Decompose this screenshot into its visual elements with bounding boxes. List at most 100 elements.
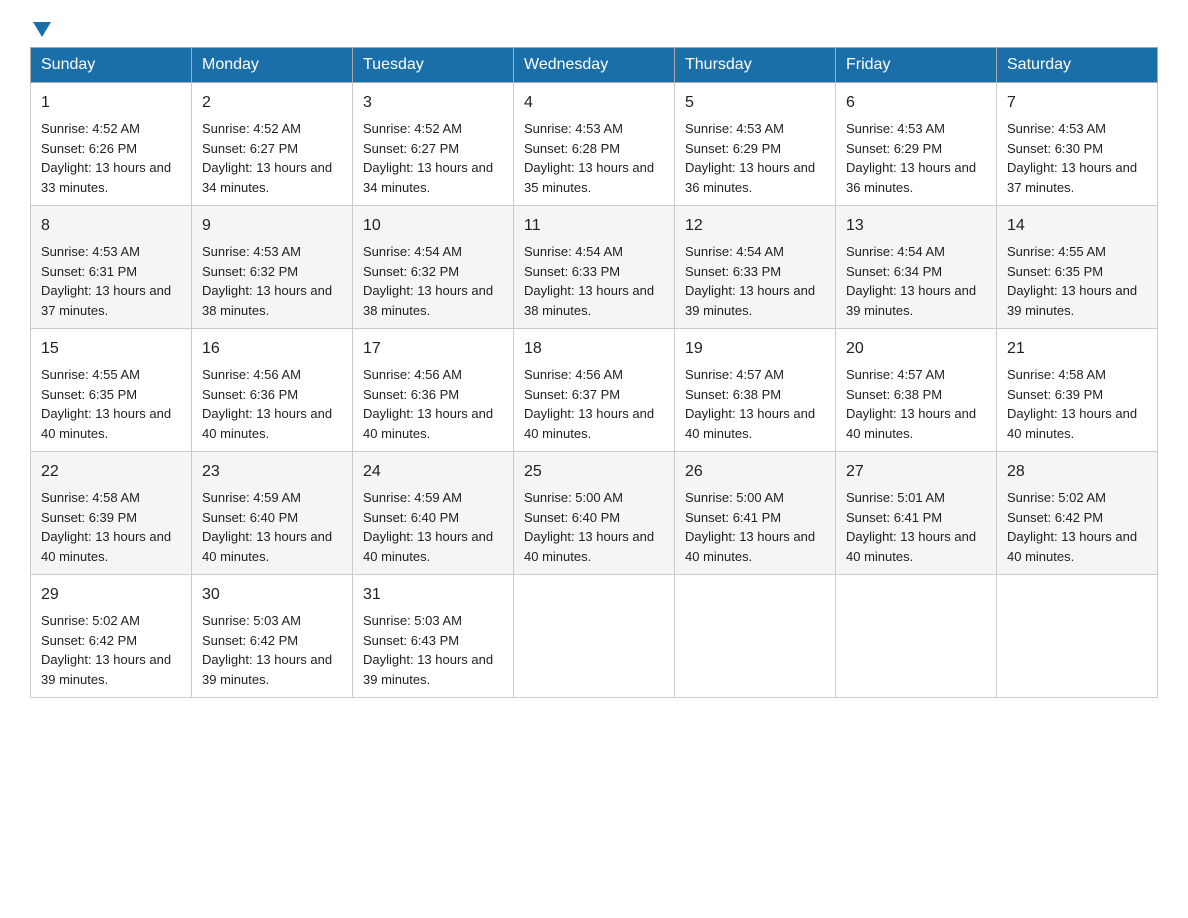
day-number: 27	[846, 460, 986, 484]
calendar-header-friday: Friday	[836, 48, 997, 83]
calendar-cell: 10 Sunrise: 4:54 AMSunset: 6:32 PMDaylig…	[353, 206, 514, 329]
day-info: Sunrise: 4:58 AMSunset: 6:39 PMDaylight:…	[41, 490, 171, 564]
day-info: Sunrise: 4:53 AMSunset: 6:28 PMDaylight:…	[524, 121, 654, 195]
calendar-cell: 29 Sunrise: 5:02 AMSunset: 6:42 PMDaylig…	[31, 575, 192, 698]
calendar-cell	[997, 575, 1158, 698]
calendar-cell	[836, 575, 997, 698]
day-number: 7	[1007, 91, 1147, 115]
calendar-header-tuesday: Tuesday	[353, 48, 514, 83]
calendar-cell: 7 Sunrise: 4:53 AMSunset: 6:30 PMDayligh…	[997, 83, 1158, 206]
calendar-week-row: 15 Sunrise: 4:55 AMSunset: 6:35 PMDaylig…	[31, 329, 1158, 452]
day-info: Sunrise: 4:54 AMSunset: 6:34 PMDaylight:…	[846, 244, 976, 318]
day-info: Sunrise: 4:56 AMSunset: 6:37 PMDaylight:…	[524, 367, 654, 441]
calendar-cell: 21 Sunrise: 4:58 AMSunset: 6:39 PMDaylig…	[997, 329, 1158, 452]
day-info: Sunrise: 5:00 AMSunset: 6:41 PMDaylight:…	[685, 490, 815, 564]
calendar-cell: 24 Sunrise: 4:59 AMSunset: 6:40 PMDaylig…	[353, 452, 514, 575]
calendar-cell: 2 Sunrise: 4:52 AMSunset: 6:27 PMDayligh…	[192, 83, 353, 206]
calendar-cell: 28 Sunrise: 5:02 AMSunset: 6:42 PMDaylig…	[997, 452, 1158, 575]
calendar-cell: 18 Sunrise: 4:56 AMSunset: 6:37 PMDaylig…	[514, 329, 675, 452]
day-number: 26	[685, 460, 825, 484]
calendar-cell: 5 Sunrise: 4:53 AMSunset: 6:29 PMDayligh…	[675, 83, 836, 206]
calendar-cell: 23 Sunrise: 4:59 AMSunset: 6:40 PMDaylig…	[192, 452, 353, 575]
day-number: 8	[41, 214, 181, 238]
day-info: Sunrise: 4:53 AMSunset: 6:32 PMDaylight:…	[202, 244, 332, 318]
calendar-header-row: SundayMondayTuesdayWednesdayThursdayFrid…	[31, 48, 1158, 83]
calendar-cell: 16 Sunrise: 4:56 AMSunset: 6:36 PMDaylig…	[192, 329, 353, 452]
day-number: 20	[846, 337, 986, 361]
day-info: Sunrise: 4:59 AMSunset: 6:40 PMDaylight:…	[202, 490, 332, 564]
calendar-cell: 25 Sunrise: 5:00 AMSunset: 6:40 PMDaylig…	[514, 452, 675, 575]
day-info: Sunrise: 4:57 AMSunset: 6:38 PMDaylight:…	[685, 367, 815, 441]
day-number: 28	[1007, 460, 1147, 484]
calendar-table: SundayMondayTuesdayWednesdayThursdayFrid…	[30, 47, 1158, 698]
day-number: 19	[685, 337, 825, 361]
day-number: 6	[846, 91, 986, 115]
calendar-cell: 19 Sunrise: 4:57 AMSunset: 6:38 PMDaylig…	[675, 329, 836, 452]
day-info: Sunrise: 4:57 AMSunset: 6:38 PMDaylight:…	[846, 367, 976, 441]
calendar-week-row: 1 Sunrise: 4:52 AMSunset: 6:26 PMDayligh…	[31, 83, 1158, 206]
day-number: 13	[846, 214, 986, 238]
logo	[30, 20, 51, 35]
day-number: 31	[363, 583, 503, 607]
day-info: Sunrise: 5:02 AMSunset: 6:42 PMDaylight:…	[41, 613, 171, 687]
day-info: Sunrise: 5:00 AMSunset: 6:40 PMDaylight:…	[524, 490, 654, 564]
day-info: Sunrise: 5:02 AMSunset: 6:42 PMDaylight:…	[1007, 490, 1137, 564]
calendar-cell: 8 Sunrise: 4:53 AMSunset: 6:31 PMDayligh…	[31, 206, 192, 329]
day-number: 29	[41, 583, 181, 607]
day-number: 5	[685, 91, 825, 115]
day-number: 1	[41, 91, 181, 115]
calendar-header-wednesday: Wednesday	[514, 48, 675, 83]
day-number: 30	[202, 583, 342, 607]
calendar-cell: 31 Sunrise: 5:03 AMSunset: 6:43 PMDaylig…	[353, 575, 514, 698]
day-number: 23	[202, 460, 342, 484]
calendar-cell: 4 Sunrise: 4:53 AMSunset: 6:28 PMDayligh…	[514, 83, 675, 206]
day-info: Sunrise: 4:53 AMSunset: 6:29 PMDaylight:…	[685, 121, 815, 195]
day-info: Sunrise: 4:52 AMSunset: 6:26 PMDaylight:…	[41, 121, 171, 195]
day-info: Sunrise: 4:56 AMSunset: 6:36 PMDaylight:…	[363, 367, 493, 441]
calendar-header-sunday: Sunday	[31, 48, 192, 83]
calendar-cell: 20 Sunrise: 4:57 AMSunset: 6:38 PMDaylig…	[836, 329, 997, 452]
calendar-cell: 6 Sunrise: 4:53 AMSunset: 6:29 PMDayligh…	[836, 83, 997, 206]
calendar-cell: 26 Sunrise: 5:00 AMSunset: 6:41 PMDaylig…	[675, 452, 836, 575]
calendar-header-thursday: Thursday	[675, 48, 836, 83]
day-info: Sunrise: 4:56 AMSunset: 6:36 PMDaylight:…	[202, 367, 332, 441]
day-info: Sunrise: 4:53 AMSunset: 6:30 PMDaylight:…	[1007, 121, 1137, 195]
day-info: Sunrise: 4:53 AMSunset: 6:31 PMDaylight:…	[41, 244, 171, 318]
day-number: 18	[524, 337, 664, 361]
calendar-header-saturday: Saturday	[997, 48, 1158, 83]
day-info: Sunrise: 4:54 AMSunset: 6:33 PMDaylight:…	[524, 244, 654, 318]
day-number: 12	[685, 214, 825, 238]
day-info: Sunrise: 4:52 AMSunset: 6:27 PMDaylight:…	[202, 121, 332, 195]
day-number: 3	[363, 91, 503, 115]
calendar-week-row: 22 Sunrise: 4:58 AMSunset: 6:39 PMDaylig…	[31, 452, 1158, 575]
day-number: 15	[41, 337, 181, 361]
day-info: Sunrise: 4:54 AMSunset: 6:33 PMDaylight:…	[685, 244, 815, 318]
day-number: 10	[363, 214, 503, 238]
calendar-cell: 13 Sunrise: 4:54 AMSunset: 6:34 PMDaylig…	[836, 206, 997, 329]
calendar-cell: 14 Sunrise: 4:55 AMSunset: 6:35 PMDaylig…	[997, 206, 1158, 329]
day-number: 11	[524, 214, 664, 238]
calendar-cell: 17 Sunrise: 4:56 AMSunset: 6:36 PMDaylig…	[353, 329, 514, 452]
day-info: Sunrise: 5:03 AMSunset: 6:43 PMDaylight:…	[363, 613, 493, 687]
day-info: Sunrise: 4:55 AMSunset: 6:35 PMDaylight:…	[1007, 244, 1137, 318]
calendar-cell: 27 Sunrise: 5:01 AMSunset: 6:41 PMDaylig…	[836, 452, 997, 575]
day-info: Sunrise: 4:55 AMSunset: 6:35 PMDaylight:…	[41, 367, 171, 441]
calendar-cell: 12 Sunrise: 4:54 AMSunset: 6:33 PMDaylig…	[675, 206, 836, 329]
calendar-cell	[675, 575, 836, 698]
day-number: 17	[363, 337, 503, 361]
calendar-cell: 15 Sunrise: 4:55 AMSunset: 6:35 PMDaylig…	[31, 329, 192, 452]
day-number: 14	[1007, 214, 1147, 238]
calendar-cell: 22 Sunrise: 4:58 AMSunset: 6:39 PMDaylig…	[31, 452, 192, 575]
day-number: 25	[524, 460, 664, 484]
day-info: Sunrise: 4:54 AMSunset: 6:32 PMDaylight:…	[363, 244, 493, 318]
day-info: Sunrise: 5:03 AMSunset: 6:42 PMDaylight:…	[202, 613, 332, 687]
calendar-week-row: 29 Sunrise: 5:02 AMSunset: 6:42 PMDaylig…	[31, 575, 1158, 698]
day-number: 16	[202, 337, 342, 361]
day-number: 22	[41, 460, 181, 484]
calendar-week-row: 8 Sunrise: 4:53 AMSunset: 6:31 PMDayligh…	[31, 206, 1158, 329]
calendar-cell: 11 Sunrise: 4:54 AMSunset: 6:33 PMDaylig…	[514, 206, 675, 329]
calendar-cell: 9 Sunrise: 4:53 AMSunset: 6:32 PMDayligh…	[192, 206, 353, 329]
day-info: Sunrise: 4:58 AMSunset: 6:39 PMDaylight:…	[1007, 367, 1137, 441]
day-info: Sunrise: 4:59 AMSunset: 6:40 PMDaylight:…	[363, 490, 493, 564]
day-info: Sunrise: 4:53 AMSunset: 6:29 PMDaylight:…	[846, 121, 976, 195]
